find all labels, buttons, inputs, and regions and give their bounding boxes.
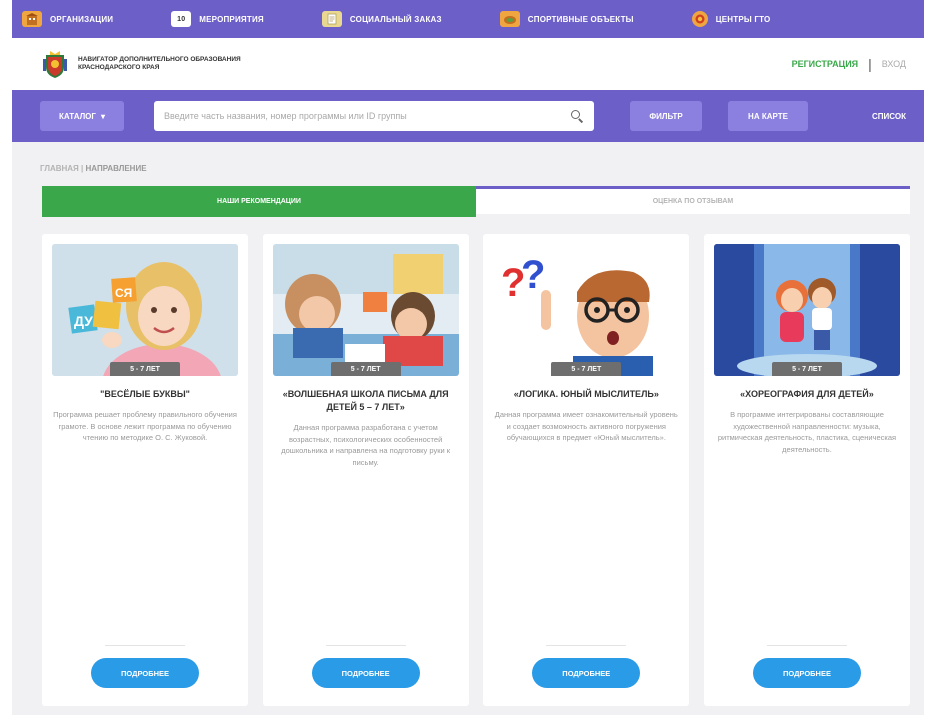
topnav-label: СПОРТИВНЫЕ ОБЪЕКТЫ (527, 14, 634, 24)
svg-text:?: ? (521, 253, 545, 297)
auth-separator: | (868, 56, 872, 72)
divider (105, 645, 185, 646)
divider (325, 645, 406, 646)
program-image[interactable]: 5 - 7 ЛЕТ (713, 244, 900, 376)
details-button[interactable]: ПОДРОБНЕЕ (91, 658, 199, 688)
topnav-item-events[interactable]: 10 МЕРОПРИЯТИЯ (171, 11, 264, 27)
tabs: НАШИ РЕКОМЕНДАЦИИ ОЦЕНКА ПО ОТЗЫВАМ (42, 186, 910, 217)
topnav-label: ОРГАНИЗАЦИИ (50, 14, 114, 24)
breadcrumb: ГЛАВНАЯ | НАПРАВЛЕНИЕ (40, 164, 924, 173)
topnav-item-gto-centers[interactable]: ЦЕНТРЫ ГТО (691, 11, 771, 27)
details-button[interactable]: ПОДРОБНЕЕ (532, 658, 641, 688)
topnav-item-organizations[interactable]: ОРГАНИЗАЦИИ (22, 11, 113, 27)
program-description: В программе интегрированы составляющие х… (717, 410, 897, 454)
crest-logo (42, 49, 68, 79)
program-title[interactable]: «ВОЛШЕБНАЯ ШКОЛА ПИСЬМА ДЛЯ ДЕТЕЙ 5 – 7 … (273, 388, 459, 414)
topnav-label: ЦЕНТРЫ ГТО (715, 14, 771, 24)
program-description: Данная программа имеет ознакомительный у… (494, 410, 678, 442)
top-navigation: ОРГАНИЗАЦИИ 10 МЕРОПРИЯТИЯ СОЦИАЛЬНЫЙ ЗА… (12, 0, 924, 38)
details-button[interactable]: ПОДРОБНЕЕ (752, 658, 861, 688)
program-image[interactable]: ДУ СЯ 5 - 7 ЛЕТ (52, 244, 238, 376)
program-image[interactable]: ? ? 5 - 7 ЛЕТ (493, 244, 680, 376)
search-bar: КАТАЛОГ ▾ ФИЛЬТР НА КАРТЕ СПИСОК (12, 90, 924, 142)
program-card[interactable]: 5 - 7 ЛЕТ «ВОЛШЕБНАЯ ШКОЛА ПИСЬМА ДЛЯ ДЕ… (262, 234, 469, 706)
document-icon (321, 11, 342, 27)
building-icon (22, 11, 42, 27)
tab-recommendations[interactable]: НАШИ РЕКОМЕНДАЦИИ (42, 186, 476, 217)
catalog-label: КАТАЛОГ (59, 111, 96, 121)
filter-button[interactable]: ФИЛЬТР (630, 101, 702, 131)
breadcrumb-current: НАПРАВЛЕНИЕ (85, 164, 147, 173)
search-icon[interactable] (570, 109, 584, 123)
chevron-down-icon: ▾ (100, 111, 105, 121)
brand-title: НАВИГАТОР ДОПОЛНИТЕЛЬНОГО ОБРАЗОВАНИЯ КР… (78, 56, 241, 71)
divider (546, 645, 627, 646)
topnav-item-social-order[interactable]: СОЦИАЛЬНЫЙ ЗАКАЗ (321, 11, 442, 27)
stadium-icon (499, 11, 520, 27)
age-badge: 5 - 7 ЛЕТ (551, 362, 622, 376)
brand[interactable]: НАВИГАТОР ДОПОЛНИТЕЛЬНОГО ОБРАЗОВАНИЯ КР… (42, 49, 268, 79)
svg-text:СЯ: СЯ (115, 286, 132, 300)
details-button[interactable]: ПОДРОБНЕЕ (311, 658, 420, 688)
topnav-label: СОЦИАЛЬНЫЙ ЗАКАЗ (349, 14, 442, 24)
breadcrumb-home[interactable]: ГЛАВНАЯ (40, 164, 79, 173)
program-description: Данная программа разработана с учетом во… (281, 423, 451, 467)
auth-links: РЕГИСТРАЦИЯ | ВХОД (792, 56, 906, 72)
program-card[interactable]: ДУ СЯ 5 - 7 ЛЕТ "ВЕСЁЛЫЕ БУКВЫ" Программ… (42, 234, 248, 706)
program-description: Программа решает проблему правильного об… (53, 410, 237, 442)
age-badge: 5 - 7 ЛЕТ (771, 362, 842, 376)
calendar-icon: 10 (171, 11, 192, 27)
search-input[interactable] (164, 111, 570, 121)
svg-text:ДУ: ДУ (74, 313, 93, 329)
topnav-label: МЕРОПРИЯТИЯ (199, 14, 264, 24)
catalog-button[interactable]: КАТАЛОГ ▾ (40, 101, 124, 131)
age-badge: 5 - 7 ЛЕТ (110, 362, 180, 376)
program-cards: ДУ СЯ 5 - 7 ЛЕТ "ВЕСЁЛЫЕ БУКВЫ" Программ… (42, 234, 910, 706)
breadcrumb-separator: | (81, 164, 84, 173)
divider (766, 645, 847, 646)
topnav-item-sports-facilities[interactable]: СПОРТИВНЫЕ ОБЪЕКТЫ (499, 11, 634, 27)
medal-icon (691, 11, 708, 27)
age-badge: 5 - 7 ЛЕТ (330, 362, 401, 376)
page: ОРГАНИЗАЦИИ 10 МЕРОПРИЯТИЯ СОЦИАЛЬНЫЙ ЗА… (12, 0, 924, 715)
program-card[interactable]: 5 - 7 ЛЕТ «ХОРЕОГРАФИЯ ДЛЯ ДЕТЕЙ» В прог… (703, 234, 910, 706)
login-link[interactable]: ВХОД (882, 59, 906, 69)
calendar-badge: 10 (177, 15, 186, 23)
program-title[interactable]: "ВЕСЁЛЫЕ БУКВЫ" (52, 388, 238, 401)
search-box (154, 101, 594, 131)
list-button[interactable]: СПИСОК (872, 112, 906, 121)
register-link[interactable]: РЕГИСТРАЦИЯ (792, 59, 859, 69)
program-title[interactable]: «ЛОГИКА. ЮНЫЙ МЫСЛИТЕЛЬ» (493, 388, 679, 401)
site-header: НАВИГАТОР ДОПОЛНИТЕЛЬНОГО ОБРАЗОВАНИЯ КР… (12, 38, 924, 90)
map-button[interactable]: НА КАРТЕ (728, 101, 808, 131)
program-title[interactable]: «ХОРЕОГРАФИЯ ДЛЯ ДЕТЕЙ» (714, 388, 900, 401)
program-card[interactable]: ? ? 5 - 7 ЛЕТ «ЛОГИКА. ЮНЫЙ МЫСЛИТЕЛЬ» Д… (483, 234, 690, 706)
tab-reviews[interactable]: ОЦЕНКА ПО ОТЗЫВАМ (476, 189, 910, 214)
program-image[interactable]: 5 - 7 ЛЕТ (272, 244, 459, 376)
